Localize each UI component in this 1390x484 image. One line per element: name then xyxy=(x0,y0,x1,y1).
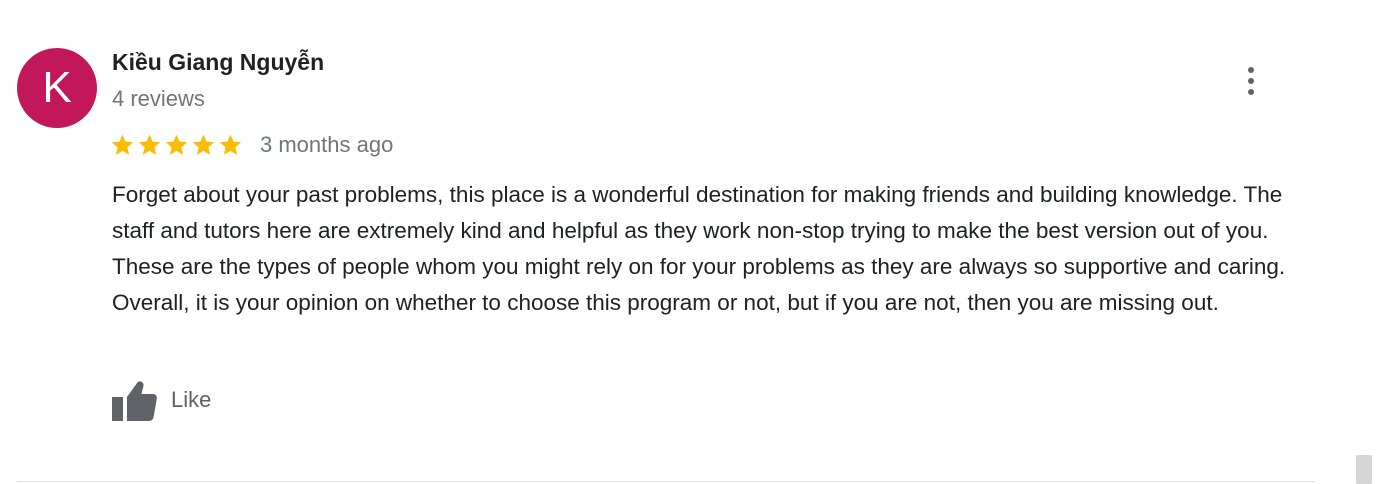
like-button[interactable]: Like xyxy=(110,378,211,422)
star-icon xyxy=(111,134,134,155)
star-rating xyxy=(110,133,243,158)
more-vert-icon xyxy=(1248,67,1254,73)
avatar[interactable]: K xyxy=(17,48,97,128)
more-vert-icon-dot xyxy=(1248,89,1254,95)
star-icon xyxy=(138,134,161,155)
like-label: Like xyxy=(171,387,212,412)
avatar-letter: K xyxy=(42,63,72,112)
divider xyxy=(17,481,1315,482)
thumbs-up-icon xyxy=(112,381,157,421)
star-icon xyxy=(219,134,242,155)
star-icon xyxy=(192,134,215,155)
review-text: Forget about your past problems, this pl… xyxy=(112,182,1286,315)
star-icon xyxy=(165,134,188,155)
more-vert-icon-dot xyxy=(1248,78,1254,84)
rating-row: 3 months ago xyxy=(110,129,393,161)
scrollbar-thumb[interactable] xyxy=(1356,455,1372,484)
author-name[interactable]: Kiều Giang Nguyễn xyxy=(112,49,324,76)
more-options-button[interactable] xyxy=(1234,62,1268,100)
review-date: 3 months ago xyxy=(260,132,394,157)
review-count[interactable]: 4 reviews xyxy=(112,86,205,112)
